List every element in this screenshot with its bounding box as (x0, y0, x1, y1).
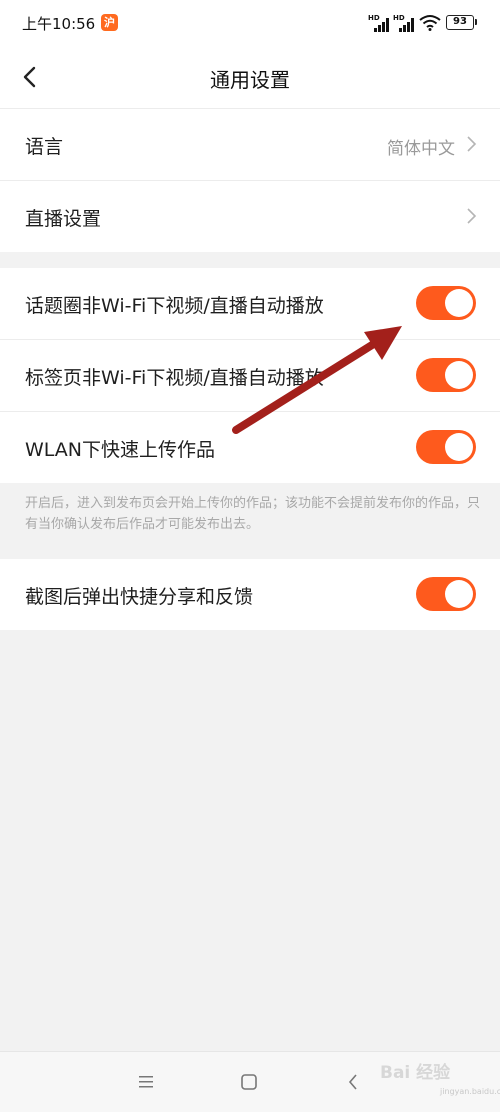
wifi-icon (419, 15, 441, 31)
settings-group-screenshot: 截图后弹出快捷分享和反馈 (0, 559, 500, 630)
setting-topic-autoplay: 话题圈非Wi-Fi下视频/直播自动播放 (0, 268, 500, 340)
page-title: 通用设置 (210, 68, 290, 92)
signal-icon-2: HD (393, 14, 419, 32)
watermark-url: jingyan.baidu.com (440, 1087, 500, 1096)
app-notification-icon: 沪 (101, 14, 118, 31)
setting-screenshot-share-label: 截图后弹出快捷分享和反馈 (25, 586, 254, 608)
toggle-knob (445, 433, 473, 461)
settings-group-autoplay: 话题圈非Wi-Fi下视频/直播自动播放 标签页非Wi-Fi下视频/直播自动播放 … (0, 268, 500, 483)
setting-tag-autoplay-label: 标签页非Wi-Fi下视频/直播自动播放 (25, 367, 324, 389)
status-bar: 上午10:56 沪 HD HD 93 (0, 0, 500, 46)
signal-icon-1: HD (368, 14, 394, 32)
setting-topic-autoplay-label: 话题圈非Wi-Fi下视频/直播自动播放 (25, 295, 324, 317)
setting-language-label: 语言 (25, 136, 64, 158)
setting-language[interactable]: 语言 简体中文 (0, 109, 500, 181)
toggle-knob (445, 289, 473, 317)
chevron-right-icon (467, 136, 477, 152)
setting-live[interactable]: 直播设置 (0, 181, 500, 252)
wlan-upload-note: 开启后，进入到发布页会开始上传你的作品；该功能不会提前发布你的作品，只有当你确认… (25, 496, 481, 532)
menu-icon[interactable] (137, 1072, 155, 1092)
toggle-knob (445, 361, 473, 389)
toggle-knob (445, 580, 473, 608)
setting-language-value: 简体中文 (387, 139, 455, 159)
watermark-logo: Bai 经验 (380, 1063, 451, 1083)
setting-tag-autoplay: 标签页非Wi-Fi下视频/直播自动播放 (0, 340, 500, 412)
topic-autoplay-toggle[interactable] (416, 286, 476, 320)
setting-wlan-upload: WLAN下快速上传作品 (0, 412, 500, 483)
wlan-upload-toggle[interactable] (416, 430, 476, 464)
tag-autoplay-toggle[interactable] (416, 358, 476, 392)
status-time: 上午10:56 (22, 15, 96, 33)
back-nav-icon[interactable] (345, 1072, 361, 1092)
chevron-right-icon (467, 208, 477, 224)
battery-icon: 93 (446, 15, 477, 30)
screenshot-share-toggle[interactable] (416, 577, 476, 611)
app-header: 通用设置 (0, 46, 500, 109)
home-icon[interactable] (239, 1072, 259, 1092)
settings-group-general: 语言 简体中文 直播设置 (0, 109, 500, 252)
setting-wlan-upload-label: WLAN下快速上传作品 (25, 439, 216, 461)
setting-live-label: 直播设置 (25, 208, 102, 230)
setting-screenshot-share: 截图后弹出快捷分享和反馈 (0, 559, 500, 630)
